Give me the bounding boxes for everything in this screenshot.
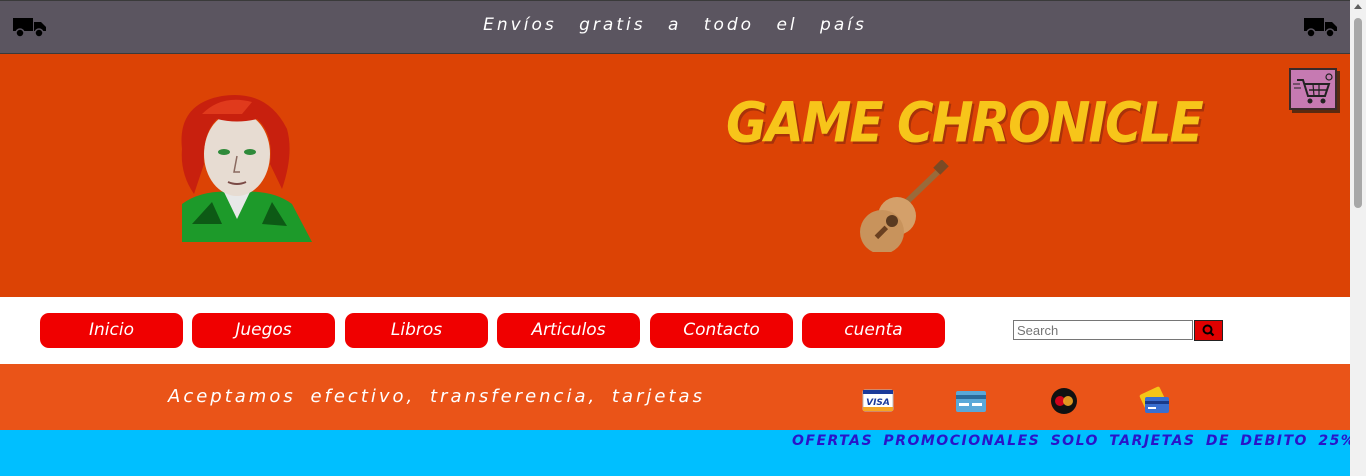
- nav-inicio-button[interactable]: Inicio: [40, 313, 183, 348]
- avatar-image: [181, 94, 312, 242]
- search-icon: [1202, 324, 1215, 337]
- scrollbar-thumb[interactable]: [1354, 18, 1362, 208]
- scroll-up-icon[interactable]: [1354, 4, 1362, 9]
- nav-articulos-button[interactable]: Articulos: [497, 313, 640, 348]
- search-button[interactable]: [1194, 320, 1223, 341]
- nav-libros-button[interactable]: Libros: [345, 313, 488, 348]
- payment-methods-bar: Aceptamos efectivo, transferencia, tarje…: [0, 364, 1350, 430]
- guitar-icon: [860, 160, 949, 252]
- shipping-topbar: Envíos gratis a todo el país: [0, 0, 1350, 54]
- credit-card-icon: [956, 391, 986, 412]
- promo-banner: OFERTAS PROMOCIONALES SOLO TARJETAS DE D…: [0, 430, 1350, 476]
- debit-card-icon: [1139, 386, 1169, 413]
- main-navigation: Inicio Juegos Libros Articulos Contacto …: [0, 297, 1350, 364]
- mastercard-icon: [1051, 388, 1077, 414]
- nav-cuenta-button[interactable]: cuenta: [802, 313, 945, 348]
- search-input[interactable]: [1013, 320, 1193, 340]
- nav-juegos-button[interactable]: Juegos: [192, 313, 335, 348]
- visa-card-icon: VISA: [862, 389, 894, 412]
- shipping-message: Envíos gratis a todo el país: [483, 15, 867, 35]
- shopping-cart-icon: [1293, 73, 1333, 104]
- page-scrollbar[interactable]: [1350, 0, 1366, 476]
- promo-text: OFERTAS PROMOCIONALES SOLO TARJETAS DE D…: [792, 433, 1350, 449]
- payment-methods-text: Aceptamos efectivo, transferencia, tarje…: [168, 386, 705, 407]
- svg-text:VISA: VISA: [866, 398, 890, 408]
- truck-icon: [1304, 18, 1337, 38]
- cart-button[interactable]: [1289, 68, 1337, 110]
- site-header: GAME CHRONICLE: [0, 54, 1350, 297]
- nav-contacto-button[interactable]: Contacto: [650, 313, 793, 348]
- site-title: GAME CHRONICLE: [726, 91, 1204, 155]
